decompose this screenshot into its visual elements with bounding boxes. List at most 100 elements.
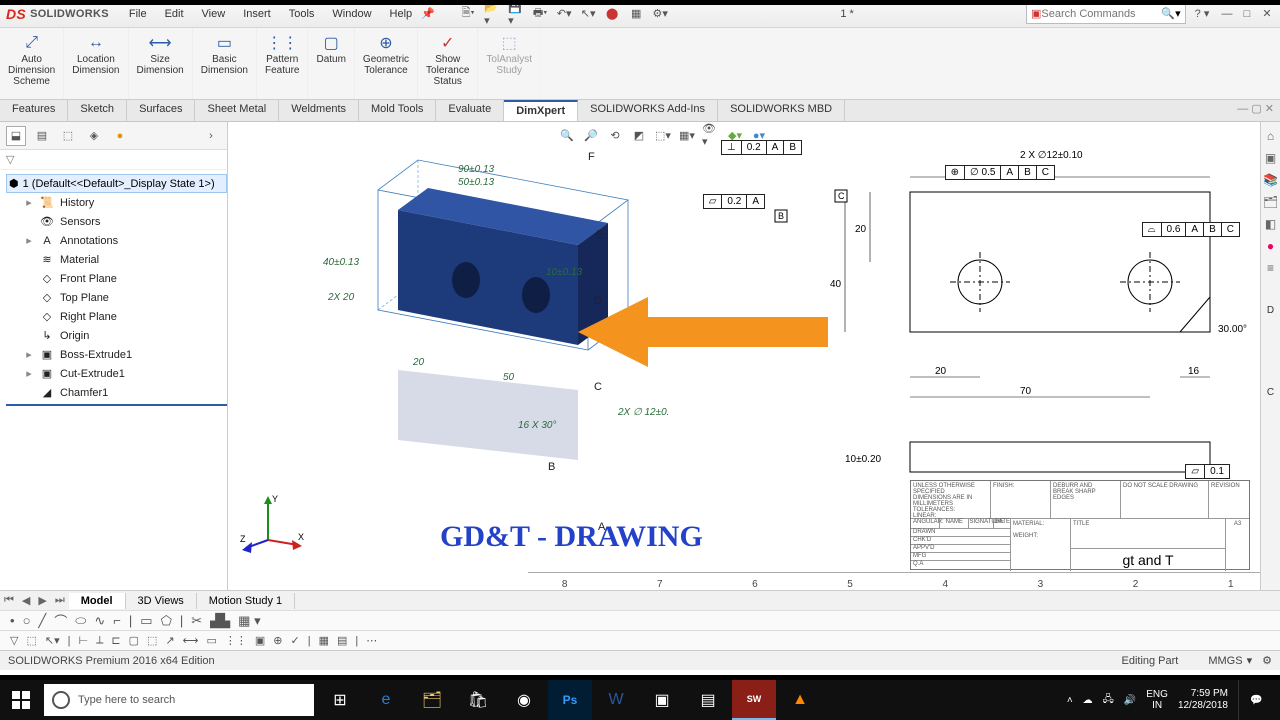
tree-item[interactable]: ↳Origin bbox=[6, 326, 227, 345]
ribbon-geo-tol[interactable]: ⊕Geometric Tolerance bbox=[355, 28, 418, 99]
tabs-close-icon[interactable]: — ▢ ✕ bbox=[1231, 100, 1280, 121]
status-units[interactable]: MMGS bbox=[1208, 655, 1242, 667]
tree-item[interactable]: ◇Front Plane bbox=[6, 269, 227, 288]
dx-cp2-icon[interactable]: ▤ bbox=[337, 634, 347, 647]
nav-prev-icon[interactable]: ◀ bbox=[18, 594, 34, 607]
sk-ellipse-icon[interactable]: ⬭ bbox=[75, 613, 86, 629]
dx-gtol-icon[interactable]: ⊕ bbox=[273, 634, 282, 647]
rollback-bar[interactable] bbox=[6, 404, 227, 406]
nav-last-icon[interactable]: ⏭ bbox=[51, 594, 69, 607]
dx-cursor-icon[interactable]: ↖▾ bbox=[45, 634, 60, 647]
tray-net-icon[interactable]: 🖧 bbox=[1103, 692, 1114, 709]
tab-mbd[interactable]: SOLIDWORKS MBD bbox=[718, 100, 845, 121]
tp-library-icon[interactable]: 📚 bbox=[1263, 172, 1279, 188]
nav-first-icon[interactable]: ⏮ bbox=[0, 594, 18, 607]
tab-moldtools[interactable]: Mold Tools bbox=[359, 100, 436, 121]
dx-cp1-icon[interactable]: ▦ bbox=[319, 634, 329, 647]
tab-sheetmetal[interactable]: Sheet Metal bbox=[195, 100, 279, 121]
select-icon[interactable]: ↖▾ bbox=[580, 6, 596, 22]
dx-filter-icon[interactable]: ▽ bbox=[10, 634, 18, 647]
dx-ref3-icon[interactable]: ⊏ bbox=[111, 634, 120, 647]
task-view-icon[interactable]: ⊞ bbox=[318, 680, 362, 720]
tab-motion[interactable]: Motion Study 1 bbox=[197, 593, 295, 609]
sk-rect-icon[interactable]: ▭ bbox=[140, 613, 152, 629]
tp-home-icon[interactable]: ⌂ bbox=[1263, 128, 1279, 144]
dx-ref2-icon[interactable]: ⟂ bbox=[96, 634, 103, 647]
close-icon[interactable]: ✕ bbox=[1260, 7, 1274, 21]
tb-edge-icon[interactable]: e bbox=[364, 680, 408, 720]
fm-tab-tree[interactable]: ⬓ bbox=[6, 126, 26, 146]
sk-trim-icon[interactable]: ✂ bbox=[191, 613, 202, 629]
tree-item[interactable]: ▸▣Boss-Extrude1 bbox=[6, 345, 227, 364]
dx-size-icon[interactable]: ⟷ bbox=[183, 634, 199, 647]
ribbon-datum[interactable]: ▢Datum bbox=[308, 28, 354, 99]
tree-item[interactable]: ◇Top Plane bbox=[6, 288, 227, 307]
tray-notifications-icon[interactable]: 💬 bbox=[1238, 680, 1274, 720]
open-icon[interactable]: 📂▾ bbox=[484, 6, 500, 22]
ribbon-pattern[interactable]: ⋮⋮Pattern Feature bbox=[257, 28, 308, 99]
tree-item[interactable]: ▸▣Cut-Extrude1 bbox=[6, 364, 227, 383]
start-button[interactable] bbox=[0, 680, 42, 720]
tab-addins[interactable]: SOLIDWORKS Add-Ins bbox=[578, 100, 718, 121]
menu-edit[interactable]: Edit bbox=[157, 6, 192, 22]
menu-insert[interactable]: Insert bbox=[235, 6, 279, 22]
options-icon[interactable]: ▦ bbox=[628, 6, 644, 22]
tb-word-icon[interactable]: W bbox=[594, 680, 638, 720]
tb-vlc-icon[interactable]: ▲ bbox=[778, 680, 822, 720]
tb-app1-icon[interactable]: ▣ bbox=[640, 680, 684, 720]
restore-icon[interactable]: □ bbox=[1240, 7, 1254, 21]
dx-box-icon[interactable]: ▢ bbox=[129, 634, 139, 647]
dx-basic-icon[interactable]: ▭ bbox=[206, 634, 216, 647]
dx-iso-icon[interactable]: ⬚ bbox=[147, 634, 157, 647]
fm-tab-config[interactable]: ⬚ bbox=[58, 126, 78, 146]
fm-tab-dimxpert[interactable]: ◈ bbox=[84, 126, 104, 146]
menu-view[interactable]: View bbox=[194, 6, 234, 22]
sk-circle-icon[interactable]: ○ bbox=[23, 613, 31, 628]
fm-tab-display[interactable]: ● bbox=[110, 126, 130, 146]
menu-tools[interactable]: Tools bbox=[281, 6, 323, 22]
tp-explorer-icon[interactable]: 🗂 bbox=[1263, 194, 1279, 210]
dx-loc-icon[interactable]: ↗ bbox=[165, 634, 174, 647]
new-icon[interactable]: 🗎▾ bbox=[460, 6, 476, 22]
tab-weldments[interactable]: Weldments bbox=[279, 100, 359, 121]
tray-clock[interactable]: 7:59 PM 12/28/2018 bbox=[1178, 688, 1228, 712]
tb-store-icon[interactable]: 🛍 bbox=[456, 680, 500, 720]
ribbon-show-tol[interactable]: ✓Show Tolerance Status bbox=[418, 28, 478, 99]
tp-custom-icon[interactable]: ≡ bbox=[1263, 260, 1279, 276]
menu-help[interactable]: Help bbox=[382, 6, 421, 22]
taskbar-search[interactable]: Type here to search bbox=[44, 684, 314, 716]
menu-window[interactable]: Window bbox=[324, 6, 379, 22]
sk-grid-icon[interactable]: ▦ ▾ bbox=[238, 613, 260, 629]
tab-dimxpert[interactable]: DimXpert bbox=[504, 100, 578, 121]
ribbon-basic-dim[interactable]: ▭Basic Dimension bbox=[193, 28, 257, 99]
search-icon[interactable]: 🔍▾ bbox=[1161, 7, 1180, 20]
tb-chrome-icon[interactable]: ◉ bbox=[502, 680, 546, 720]
tree-item[interactable]: ◇Right Plane bbox=[6, 307, 227, 326]
fm-expand-icon[interactable]: › bbox=[201, 126, 221, 146]
dx-datum-icon[interactable]: ▣ bbox=[255, 634, 265, 647]
sk-mirror-icon[interactable]: ▟▙ bbox=[210, 613, 230, 629]
tb-app2-icon[interactable]: ▤ bbox=[686, 680, 730, 720]
sk-line-icon[interactable]: ╱ bbox=[38, 613, 46, 629]
fm-tab-prop[interactable]: ▤ bbox=[32, 126, 52, 146]
display-style-icon[interactable]: ▦▾ bbox=[678, 126, 696, 144]
sk-spline-icon[interactable]: ∿ bbox=[94, 613, 105, 629]
tree-item[interactable]: ≋Material bbox=[6, 250, 227, 269]
dx-show-icon[interactable]: ✓ bbox=[290, 634, 299, 647]
save-icon[interactable]: 💾▾ bbox=[508, 6, 524, 22]
tab-evaluate[interactable]: Evaluate bbox=[436, 100, 504, 121]
sk-point-icon[interactable]: • bbox=[10, 613, 15, 628]
tp-appearance-icon[interactable]: ● bbox=[1263, 238, 1279, 254]
nav-next-icon[interactable]: ▶ bbox=[34, 594, 50, 607]
tray-vol-icon[interactable]: 🔊 bbox=[1124, 695, 1136, 706]
view-triad[interactable]: YXZ bbox=[238, 490, 308, 560]
tb-explorer-icon[interactable]: 🗂 bbox=[410, 680, 454, 720]
graphics-area[interactable]: 🔍 🔎 ⟲ ◩ ⬚▾ ▦▾ 👁▾ ◆▾ ●▾ bbox=[228, 122, 1280, 590]
print-icon[interactable]: 🖶▾ bbox=[532, 6, 548, 22]
dx-sel-icon[interactable]: ⬚ bbox=[26, 634, 36, 647]
status-cog-icon[interactable]: ⚙ bbox=[1262, 654, 1272, 667]
help-icon[interactable]: ? ▾ bbox=[1194, 6, 1210, 22]
sk-fillet-icon[interactable]: ⌐ bbox=[113, 613, 121, 628]
tray-lang1[interactable]: ENG bbox=[1146, 689, 1168, 700]
tray-up-icon[interactable]: ˄ bbox=[1067, 695, 1073, 706]
